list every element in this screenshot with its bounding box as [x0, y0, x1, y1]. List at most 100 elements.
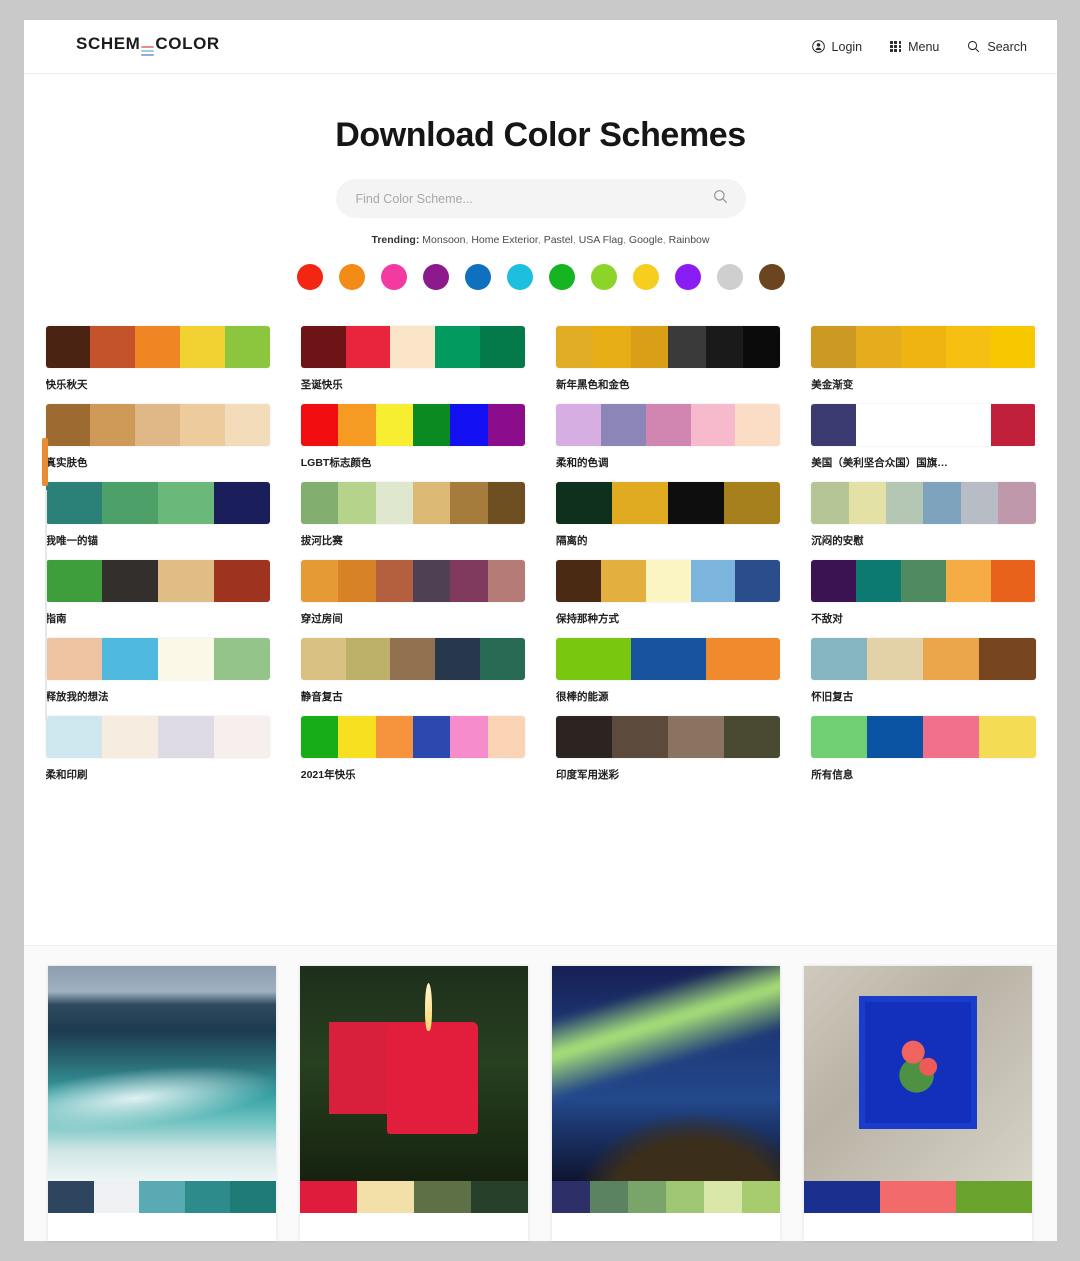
palette-card[interactable]: 保持那种方式 — [556, 560, 781, 626]
palette-swatch — [224, 404, 270, 446]
palette-swatch — [690, 560, 736, 602]
palette-swatches — [556, 638, 781, 680]
palette-card[interactable]: LGBT标志颜色 — [300, 404, 525, 470]
palette-card[interactable]: 穿过房间 — [300, 560, 525, 626]
palette-swatch — [724, 716, 781, 758]
site-logo[interactable]: SCHEM COLOR — [76, 34, 220, 58]
palette-name: 静音复古 — [300, 691, 343, 703]
palette-swatch — [487, 716, 525, 758]
trending-item-4[interactable]: Google — [629, 234, 663, 246]
palette-card[interactable]: 静音复古 — [300, 638, 525, 704]
palette-name: 保持那种方式 — [556, 613, 619, 625]
header-nav: Login Menu Search — [811, 39, 1027, 54]
palette-swatch — [450, 404, 488, 446]
palette-name: 指南 — [45, 613, 67, 625]
search-input[interactable] — [355, 191, 713, 206]
trending-item-3[interactable]: USA Flag — [579, 234, 623, 246]
palette-swatch — [300, 638, 346, 680]
palette-card[interactable]: 很棒的能源 — [556, 638, 781, 704]
palette-swatch — [668, 326, 706, 368]
palette-card[interactable]: 柔和的色调 — [556, 404, 781, 470]
color-dot-green[interactable] — [548, 264, 575, 290]
palette-swatch — [742, 1181, 780, 1213]
palette-name: 沉闷的安慰 — [811, 535, 864, 547]
palette-name: 所有信息 — [811, 769, 854, 781]
left-edge-marker — [42, 438, 48, 486]
palette-card[interactable]: 2021年快乐 — [300, 716, 525, 782]
palette-name: 柔和的色调 — [556, 457, 609, 469]
palette-card[interactable]: 圣诞快乐 — [300, 326, 525, 392]
red-candle-photo — [300, 966, 528, 1181]
photo-palette-card[interactable] — [300, 966, 528, 1241]
palette-card[interactable]: 所有信息 — [811, 716, 1036, 782]
palette-card[interactable]: 释放我的想法 — [45, 638, 270, 704]
palette-card[interactable]: 不敌对 — [811, 560, 1036, 626]
palette-card[interactable]: 隔离的 — [556, 482, 781, 548]
palette-card[interactable]: 新年黑色和金色 — [556, 326, 781, 392]
palette-swatch — [480, 638, 525, 680]
color-filter-dots — [24, 264, 1057, 290]
photo-palette-card[interactable] — [48, 966, 276, 1241]
nav-login-label: Login — [831, 39, 863, 54]
palette-swatch — [645, 560, 691, 602]
palette-swatches — [811, 716, 1036, 758]
color-dot-violet[interactable] — [674, 264, 701, 290]
palette-swatch — [213, 560, 270, 602]
palette-card[interactable]: 柔和印刷 — [45, 716, 270, 782]
palette-card[interactable]: 快乐秋天 — [45, 326, 270, 392]
nav-menu[interactable]: Menu — [890, 40, 939, 54]
color-dot-silver[interactable] — [716, 264, 743, 290]
search-bar[interactable] — [335, 179, 746, 218]
palette-swatches — [556, 560, 781, 602]
color-dot-lime[interactable] — [590, 264, 617, 290]
color-dot-cyan[interactable] — [506, 264, 533, 290]
palette-swatch — [705, 638, 781, 680]
color-dot-yellow[interactable] — [632, 264, 659, 290]
palette-name: 拔河比赛 — [300, 535, 343, 547]
palette-card[interactable]: 怀旧复古 — [811, 638, 1036, 704]
palette-swatch — [101, 638, 158, 680]
palette-card[interactable]: 印度军用迷彩 — [556, 716, 781, 782]
trending-item-0[interactable]: Monsoon — [422, 234, 465, 246]
color-dot-brown[interactable] — [758, 264, 785, 290]
palette-swatch — [101, 482, 158, 524]
palette-swatch — [471, 1181, 528, 1213]
photo-palette-swatches — [804, 1181, 1032, 1213]
trending-label: Trending: — [371, 234, 420, 246]
palette-swatch — [300, 404, 339, 446]
nav-search[interactable]: Search — [967, 40, 1027, 54]
palette-card[interactable]: 拔河比赛 — [300, 482, 525, 548]
palette-swatch — [414, 1181, 471, 1213]
nav-login[interactable]: Login — [811, 39, 863, 54]
palette-swatch — [135, 326, 181, 368]
photo-palette-card[interactable] — [552, 966, 780, 1241]
photo-palette-card[interactable] — [804, 966, 1032, 1241]
trending-item-1[interactable]: Home Exterior — [471, 234, 538, 246]
palette-swatch — [45, 404, 91, 446]
search-submit-icon[interactable] — [713, 189, 728, 209]
palette-card[interactable]: 美国（美利坚合众国）国旗… — [811, 404, 1036, 470]
palette-card[interactable]: 沉闷的安慰 — [811, 482, 1036, 548]
trending-row: Trending: Monsoon, Home Exterior, Pastel… — [371, 234, 710, 246]
palette-card[interactable]: 真实肤色 — [45, 404, 270, 470]
palette-swatch — [101, 716, 158, 758]
palette-swatch — [593, 326, 631, 368]
palette-swatches — [811, 482, 1036, 524]
palette-swatch — [742, 326, 781, 368]
palette-swatch — [556, 638, 631, 680]
palette-name: 怀旧复古 — [811, 691, 854, 703]
palette-swatches — [45, 326, 270, 368]
palette-swatch — [811, 482, 849, 524]
trending-item-5[interactable]: Rainbow — [669, 234, 710, 246]
palette-swatch — [900, 404, 946, 446]
palette-card[interactable]: 美金渐变 — [811, 326, 1036, 392]
trending-item-2[interactable]: Pastel — [544, 234, 573, 246]
palette-card[interactable]: 指南 — [45, 560, 270, 626]
color-dot-red[interactable] — [296, 264, 323, 290]
color-dot-pink[interactable] — [380, 264, 407, 290]
palette-card[interactable]: 我唯一的锚 — [45, 482, 270, 548]
palette-swatches — [45, 716, 270, 758]
color-dot-purple[interactable] — [422, 264, 449, 290]
color-dot-blue[interactable] — [464, 264, 491, 290]
color-dot-orange[interactable] — [338, 264, 365, 290]
